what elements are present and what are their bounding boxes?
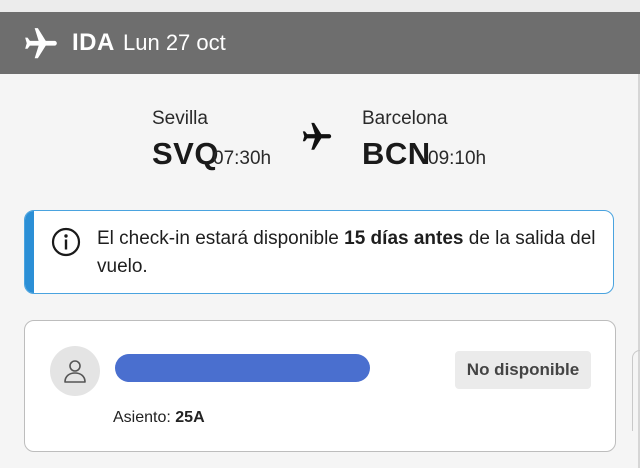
notice-text-before: El check-in estará disponible	[97, 228, 345, 249]
notice-text-bold: 15 días antes	[344, 228, 464, 249]
status-strip	[0, 0, 640, 12]
notice-accent	[25, 211, 34, 293]
info-icon	[51, 227, 81, 257]
flight-header: IDA Lun 27 oct	[0, 12, 640, 74]
seat-value: 25A	[175, 409, 205, 426]
next-card-edge	[632, 350, 640, 431]
flight-date: Lun 27 oct	[123, 30, 226, 55]
airplane-icon	[25, 28, 57, 59]
destination-time: 09:10h	[428, 148, 487, 169]
passenger-card[interactable]: No disponible Asiento: 25A	[24, 320, 616, 452]
airplane-icon	[302, 122, 332, 150]
origin-time: 07:30h	[213, 148, 272, 169]
user-icon	[64, 360, 86, 383]
origin-code: SVQ	[152, 136, 219, 171]
origin-city: Sevilla	[152, 108, 208, 129]
notice-text: El check-in estará disponible 15 días an…	[97, 225, 602, 281]
seat-label: Asiento:	[113, 409, 176, 426]
flight-direction: IDA	[72, 29, 115, 56]
passenger-name-redaction	[115, 354, 370, 382]
flight-details: Sevilla SVQ 07:30h Barcelona BCN 09:10h …	[0, 74, 640, 468]
status-badge: No disponible	[455, 351, 591, 389]
avatar	[50, 346, 100, 396]
seat-info: Asiento: 25A	[113, 409, 205, 427]
destination-city: Barcelona	[362, 108, 448, 129]
checkin-notice: El check-in estará disponible 15 días an…	[24, 210, 614, 294]
destination-code: BCN	[362, 136, 431, 171]
